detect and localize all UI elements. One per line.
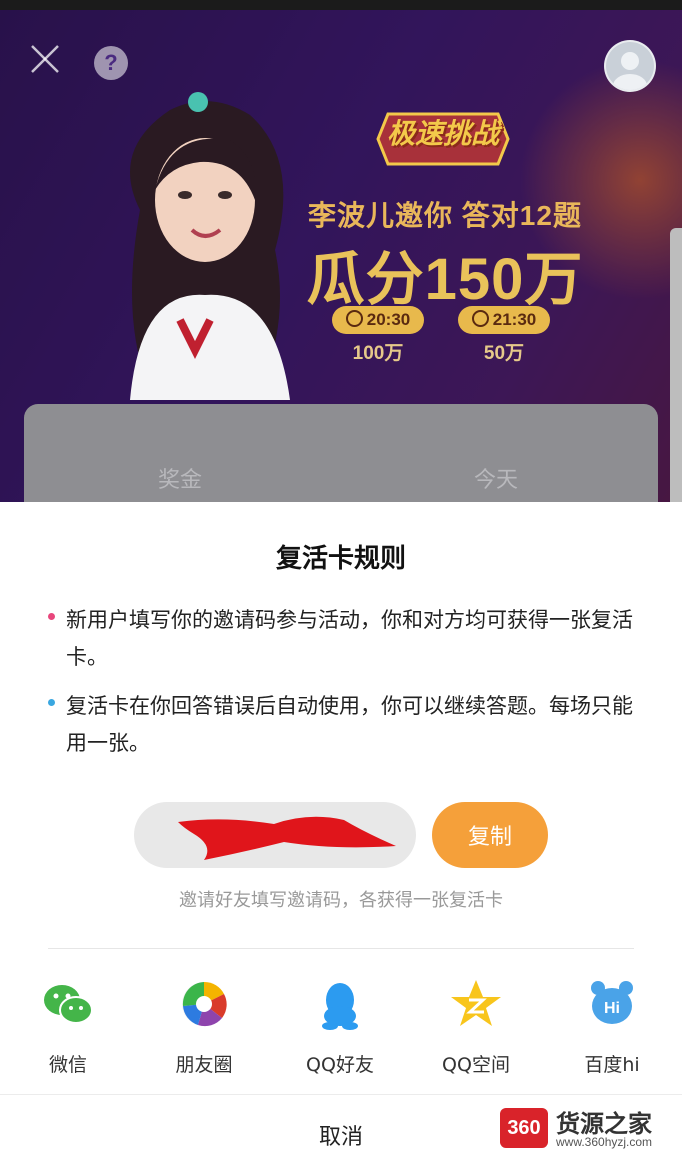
invite-hint: 邀请好友填写邀请码，各获得一张复活卡 (179, 890, 503, 911)
revive-card-sheet: 复活卡规则 新用户填写你的邀请码参与活动，你和对方均可获得一张复活卡。 复活卡在… (0, 502, 682, 1175)
sheet-title: 复活卡规则 (275, 544, 406, 574)
copy-button[interactable]: 复制 (432, 802, 548, 868)
promo-banner: ? 极速挑战 李波儿邀你 答对12题 瓜分150万 20:30 100万 21:… (0, 10, 682, 502)
share-baidu-hi[interactable]: Hi 百度hi (552, 976, 672, 1076)
qq-icon (322, 983, 358, 1030)
share-qq[interactable]: QQ好友 (280, 976, 400, 1076)
share-qzone[interactable]: QQ空间 (416, 976, 536, 1076)
divider (48, 948, 634, 949)
help-icon[interactable]: ? (94, 46, 128, 80)
moments-icon (182, 981, 227, 1027)
host-photo (130, 92, 290, 400)
watermark: 360 货源之家 www.360hyzj.com (500, 1104, 682, 1156)
invite-code-field[interactable] (134, 802, 416, 868)
user-silhouette-icon (613, 52, 647, 90)
clock-icon (471, 310, 489, 327)
share-label: 微信 (48, 1054, 87, 1076)
stats-card (24, 404, 658, 502)
session-time-text: 21:30 (492, 310, 537, 329)
share-wechat[interactable]: 微信 (8, 976, 128, 1076)
qzone-icon (451, 980, 501, 1026)
session-time-1: 20:30 (332, 306, 424, 334)
watermark-name: 货源之家 (556, 1110, 652, 1138)
share-moments[interactable]: 朋友圈 (144, 976, 264, 1076)
share-label: 朋友圈 (175, 1054, 233, 1076)
status-bar (0, 0, 682, 10)
speed-challenge-badge: 极速挑战 (368, 104, 518, 174)
watermark-badge: 360 (500, 1108, 548, 1148)
share-label: QQ好友 (306, 1054, 374, 1076)
rule-item: 新用户填写你的邀请码参与活动，你和对方均可获得一张复活卡。 (66, 608, 633, 669)
rule-item: 复活卡在你回答错误后自动使用，你可以继续答题。每场只能用一张。 (66, 694, 633, 755)
badge-text: 极速挑战 (386, 118, 499, 149)
bullet-dot (48, 613, 55, 620)
share-label: QQ空间 (442, 1054, 510, 1076)
side-edge (670, 228, 682, 508)
clock-icon (345, 310, 363, 327)
promo-headline: 李波儿邀你 答对12题 (308, 200, 582, 231)
close-icon[interactable] (28, 42, 62, 76)
wechat-icon (44, 985, 93, 1024)
session-prize-2: 50万 (483, 343, 525, 364)
card-label-today: 今天 (474, 468, 519, 493)
avatar[interactable] (604, 40, 656, 92)
baidu-hi-icon: Hi (591, 981, 633, 1024)
redaction-scribble (178, 816, 396, 860)
share-label: 百度hi (584, 1054, 640, 1076)
svg-text:Hi: Hi (604, 1000, 620, 1017)
prize-amount: 瓜分150万 (306, 247, 584, 312)
session-time-text: 20:30 (366, 310, 411, 329)
session-time-2: 21:30 (458, 306, 550, 334)
watermark-url: www.360hyzj.com (556, 1135, 653, 1149)
session-prize-1: 100万 (352, 343, 404, 364)
bullet-dot (48, 699, 55, 706)
card-label-bonus: 奖金 (158, 468, 203, 493)
